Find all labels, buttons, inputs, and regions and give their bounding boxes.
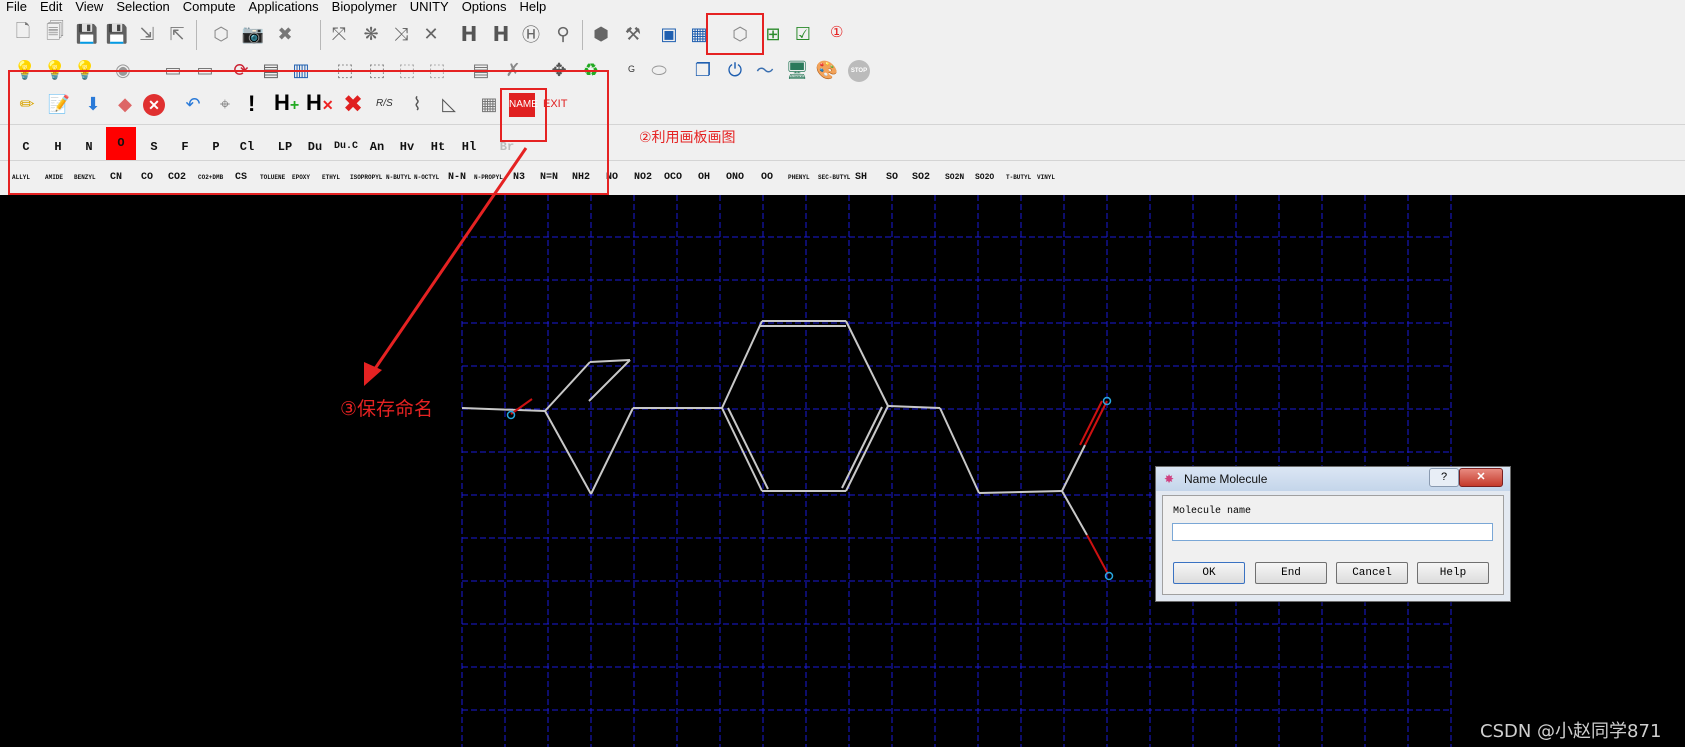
menu-selection[interactable]: Selection: [110, 0, 176, 14]
frag-so[interactable]: SO: [886, 171, 898, 185]
arrow-annotation: [364, 147, 528, 386]
delete-tool-icon[interactable]: ✖: [272, 21, 298, 47]
checklist-icon[interactable]: ☑: [790, 21, 816, 47]
dialog-help-button[interactable]: ?: [1429, 468, 1459, 487]
cancel-button[interactable]: Cancel: [1336, 562, 1408, 584]
menu-help[interactable]: Help: [514, 0, 554, 14]
open-file-icon[interactable]: 🗐: [42, 21, 68, 47]
palette-icon[interactable]: 🎨: [814, 57, 840, 83]
mouse-icon[interactable]: ⬭: [646, 57, 672, 83]
ok-button[interactable]: OK: [1173, 562, 1245, 584]
g-label: G: [628, 64, 636, 74]
bond-tool-4-icon[interactable]: ✕: [418, 21, 444, 47]
power-icon[interactable]: ⏻: [722, 57, 748, 83]
end-button[interactable]: End: [1255, 562, 1327, 584]
frag-vinyl[interactable]: VINYL: [1037, 171, 1055, 185]
frag-sec-butyl[interactable]: SEC-BUTYL: [818, 171, 850, 185]
window-check-icon[interactable]: ▣: [656, 21, 682, 47]
frag-ono[interactable]: ONO: [726, 171, 744, 185]
watermark: CSDN @小赵同学871: [1480, 721, 1662, 742]
bond-tool-1-icon[interactable]: ⤧: [326, 21, 352, 47]
molecule-name-input[interactable]: [1172, 523, 1493, 541]
step2-annotation: ②利用画板画图: [639, 130, 736, 146]
menu-applications[interactable]: Applications: [243, 0, 326, 14]
frag-oo[interactable]: OO: [761, 171, 773, 185]
dialog-app-icon: ✸: [1164, 472, 1175, 486]
save-as-icon[interactable]: 💾: [104, 21, 130, 47]
menu-unity[interactable]: UNITY: [404, 0, 456, 14]
wrench-icon[interactable]: ⚒: [620, 21, 646, 47]
frag-no2[interactable]: NO2: [634, 171, 652, 185]
sketch-button-highlight: [706, 13, 764, 55]
menu-options[interactable]: Options: [456, 0, 514, 14]
save-icon[interactable]: 💾: [74, 21, 100, 47]
bond-tool-2-icon[interactable]: ❋: [358, 21, 384, 47]
molecule-bonds: [461, 320, 1088, 536]
menu-biopolymer[interactable]: Biopolymer: [326, 0, 404, 14]
menu-edit[interactable]: Edit: [34, 0, 69, 14]
menu-file[interactable]: File: [0, 0, 34, 14]
menu-compute[interactable]: Compute: [177, 0, 243, 14]
frag-so2n[interactable]: SO2N: [945, 171, 964, 185]
h-circle-icon[interactable]: Ⓗ: [518, 21, 544, 47]
add-h-icon[interactable]: H: [456, 21, 482, 47]
dialog-body: Molecule name OK End Cancel Help: [1162, 495, 1504, 595]
frag-so2o[interactable]: SO2O: [975, 171, 994, 185]
name-molecule-dialog: ✸ Name Molecule ? ✕ Molecule name OK End…: [1155, 466, 1511, 602]
monitor-icon[interactable]: 🖥: [784, 57, 810, 83]
selected-atoms: [506, 396, 1114, 581]
bond-tool-3-icon[interactable]: ⤨: [388, 21, 414, 47]
toolbar-main: 🗋 🗐 💾 💾 ⇲ ⇱ ⬡ 📷 ✖ ⤧ ❋ ⤨ ✕ H H Ⓗ ⚲ ⬢ ⚒ ▣ …: [0, 14, 1685, 55]
molecule-icon[interactable]: ⬢: [588, 21, 614, 47]
stop-icon[interactable]: STOP: [848, 60, 870, 82]
frag-t-butyl[interactable]: T-BUTYL: [1006, 171, 1031, 185]
frag-sh[interactable]: SH: [855, 171, 867, 185]
frag-oco[interactable]: OCO: [664, 171, 682, 185]
frag-phenyl[interactable]: PHENYL: [788, 171, 810, 185]
step3-annotation: ③保存命名: [340, 398, 434, 420]
menu-bar: File Edit View Selection Compute Applica…: [0, 0, 1685, 14]
molecule-name-label: Molecule name: [1173, 506, 1252, 517]
help-button[interactable]: Help: [1417, 562, 1489, 584]
frag-so2[interactable]: SO2: [912, 171, 930, 185]
dialog-close-button[interactable]: ✕: [1459, 468, 1503, 487]
new-file-icon[interactable]: 🗋: [10, 21, 36, 47]
export-icon[interactable]: ⇱: [164, 21, 190, 47]
oxygen-bonds: [510, 398, 1109, 575]
dialog-title: Name Molecule: [1184, 472, 1268, 486]
h-icon[interactable]: H: [488, 21, 514, 47]
windows-icon[interactable]: ❐: [690, 57, 716, 83]
menu-view[interactable]: View: [69, 0, 110, 14]
measure-icon[interactable]: ⚲: [550, 21, 576, 47]
step1-annotation: ①: [830, 24, 844, 41]
frag-oh[interactable]: OH: [698, 171, 710, 185]
name-button-highlight: [500, 88, 547, 142]
import-icon[interactable]: ⇲: [134, 21, 160, 47]
curve-icon[interactable]: 〜: [752, 57, 778, 83]
cube-icon[interactable]: ⬡: [208, 21, 234, 47]
camera-icon[interactable]: 📷: [240, 21, 266, 47]
